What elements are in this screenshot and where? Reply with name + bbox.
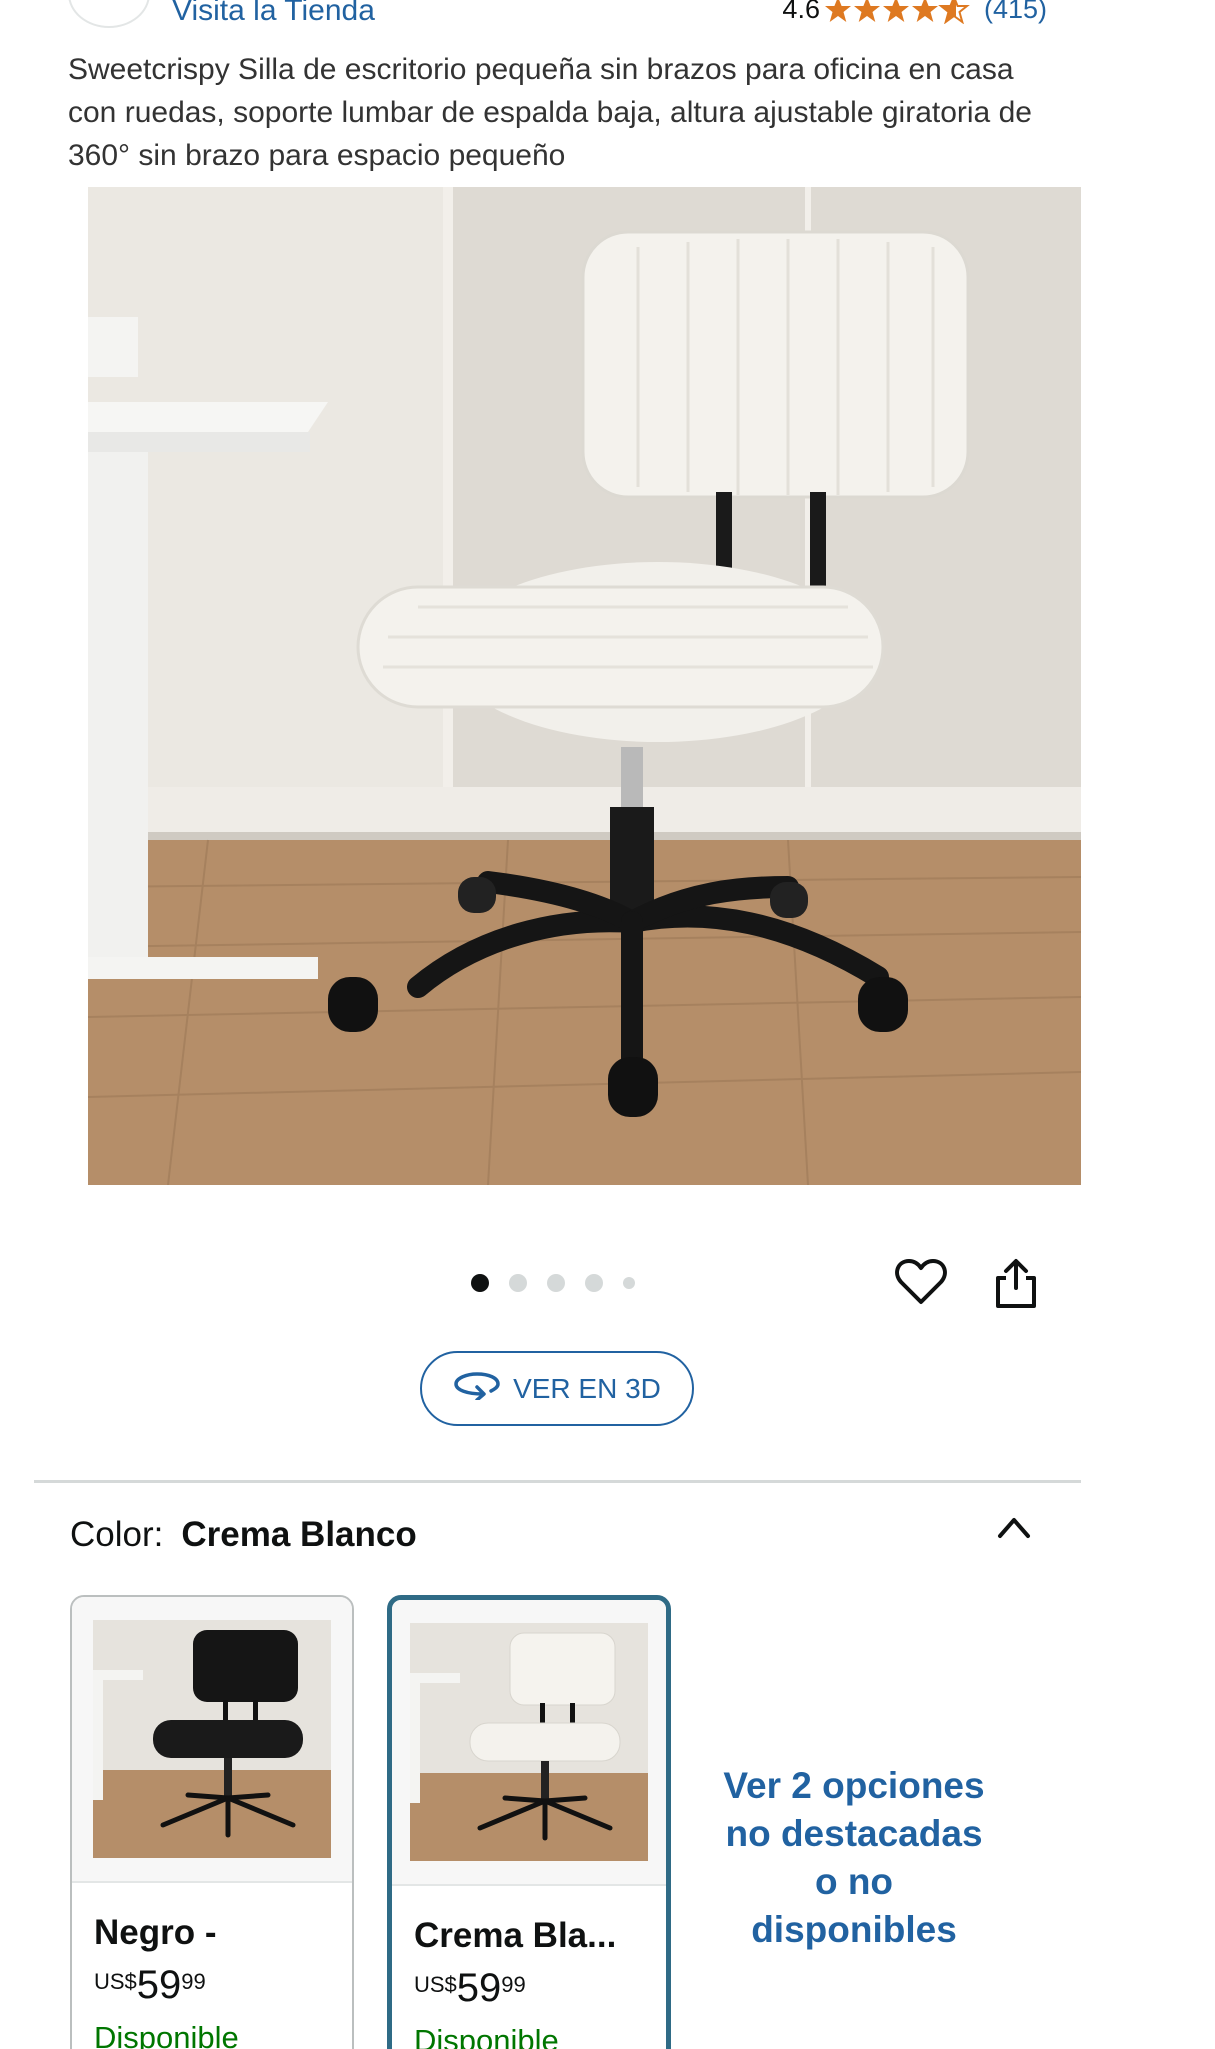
store-header: Visita la Tienda 4.6 (415) xyxy=(0,0,1215,40)
price-currency: US$ xyxy=(414,1972,457,1997)
rating-value: 4.6 xyxy=(782,0,820,24)
color-option-price: US$ 59 99 xyxy=(414,1966,666,2011)
view-in-3d-label: VER EN 3D xyxy=(513,1372,661,1404)
price-whole: 59 xyxy=(136,1963,182,2007)
color-option-name: Crema Bla... xyxy=(414,1916,617,1955)
heart-icon[interactable] xyxy=(895,1258,947,1306)
carousel-dot[interactable] xyxy=(585,1274,603,1292)
carousel-dot[interactable] xyxy=(623,1277,635,1289)
product-image[interactable] xyxy=(88,187,1081,1185)
availability-status: Disponible xyxy=(94,2020,239,2049)
view-in-3d-button[interactable]: VER EN 3D xyxy=(420,1351,694,1426)
star-rating-icon xyxy=(824,0,974,24)
carousel-dot[interactable] xyxy=(471,1274,489,1292)
selected-color-value: Crema Blanco xyxy=(181,1515,417,1554)
color-option-crema-blanco[interactable]: Crema Bla... US$ 59 99 Disponible xyxy=(387,1595,671,2049)
color-option-thumbnail xyxy=(72,1597,352,1883)
color-option-negro[interactable]: Negro - US$ 59 99 Disponible xyxy=(70,1595,354,2049)
section-divider xyxy=(34,1480,1081,1483)
carousel-dot[interactable] xyxy=(509,1274,527,1292)
image-carousel-dots[interactable] xyxy=(471,1274,635,1292)
share-icon[interactable] xyxy=(992,1258,1040,1310)
color-option-price: US$ 59 99 xyxy=(94,1963,352,2008)
color-label: Color: xyxy=(70,1515,164,1554)
store-logo[interactable] xyxy=(68,0,150,28)
visit-store-link[interactable]: Visita la Tienda xyxy=(172,0,375,28)
price-fraction: 99 xyxy=(501,1972,526,1997)
price-currency: US$ xyxy=(94,1969,137,1994)
product-title: Sweetcrispy Silla de escritorio pequeña … xyxy=(68,53,1032,172)
rotate-3d-icon xyxy=(453,1370,501,1407)
availability-status: Disponible xyxy=(414,2023,559,2049)
chevron-up-icon[interactable] xyxy=(995,1512,1033,1542)
review-count-link[interactable]: (415) xyxy=(984,0,1047,25)
rating-summary[interactable]: 4.6 (415) xyxy=(782,0,1047,25)
color-selector-header: Color: Crema Blanco xyxy=(70,1515,417,1555)
color-option-name: Negro - xyxy=(94,1913,217,1952)
price-fraction: 99 xyxy=(181,1969,206,1994)
more-options-link[interactable]: Ver 2 opciones no destacadas o no dispon… xyxy=(722,1762,986,1954)
carousel-dot[interactable] xyxy=(547,1274,565,1292)
price-whole: 59 xyxy=(456,1966,502,2010)
color-option-thumbnail xyxy=(392,1600,666,1886)
